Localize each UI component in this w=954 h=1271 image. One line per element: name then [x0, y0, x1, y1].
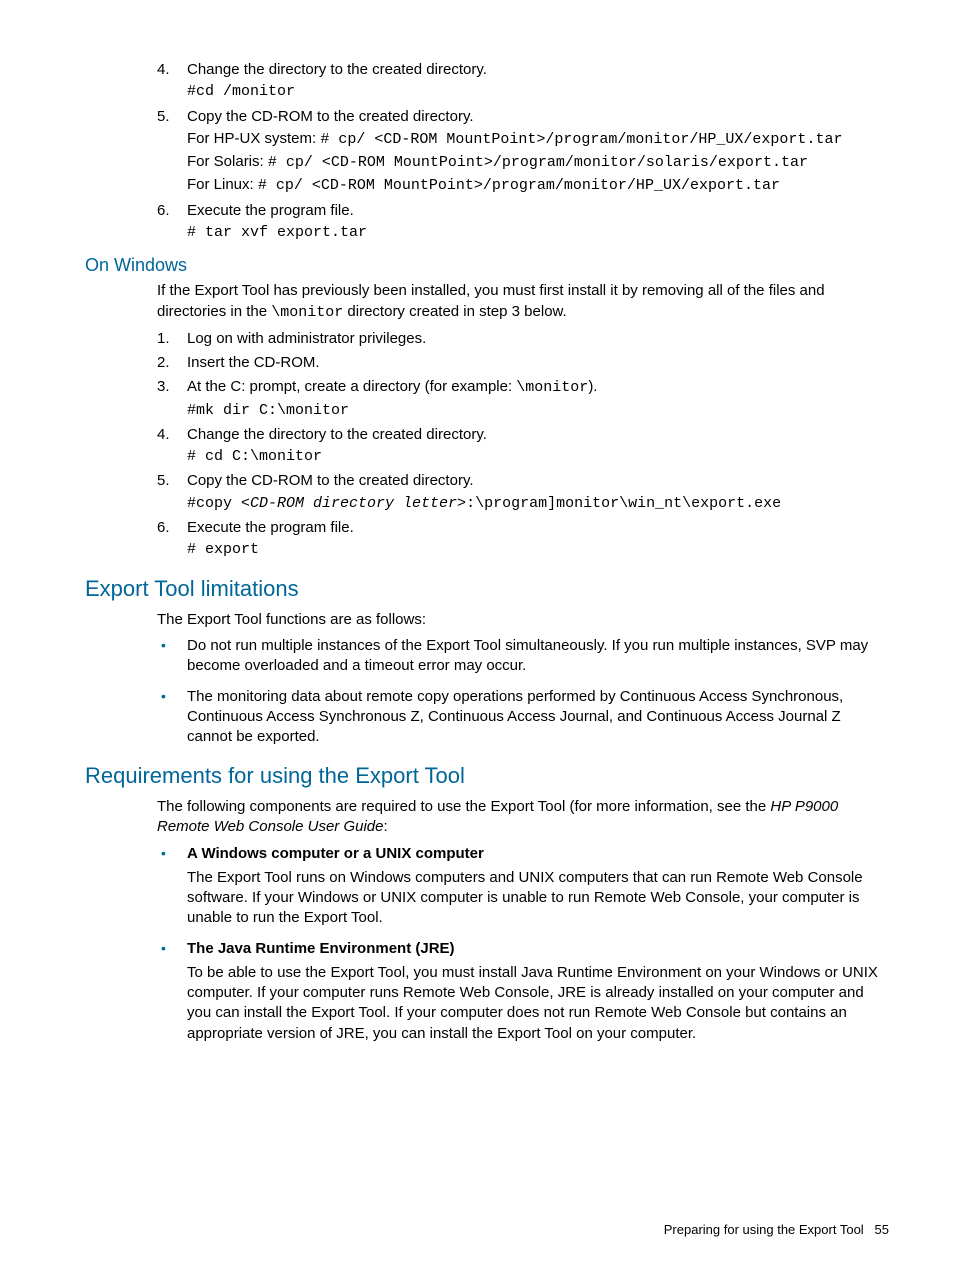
code: #copy [187, 495, 241, 512]
item-text: At the C: prompt, create a directory (fo… [187, 378, 597, 395]
text: directory created in step 3 below. [343, 303, 566, 320]
code-line: For Linux: # cp/ <CD-ROM MountPoint>/pro… [187, 175, 889, 196]
page-number: 55 [875, 1222, 889, 1237]
code-line: # cd C:\monitor [187, 447, 889, 467]
code-italic: <CD-ROM directory letter> [241, 495, 466, 512]
code-line: For Solaris: # cp/ <CD-ROM MountPoint>/p… [187, 152, 889, 173]
item-text: Insert the CD-ROM. [187, 354, 320, 371]
item-text: Copy the CD-ROM to the created directory… [187, 108, 474, 125]
list-item: 4. Change the directory to the created d… [157, 60, 889, 103]
item-number: 2. [157, 353, 170, 373]
code-line: # tar xvf export.tar [187, 223, 889, 243]
list-item: 6. Execute the program file. # export [157, 518, 889, 561]
bullet-title: The Java Runtime Environment (JRE) [187, 939, 889, 959]
item-text: Execute the program file. [187, 202, 354, 219]
item-number: 1. [157, 329, 170, 349]
code-line: For HP-UX system: # cp/ <CD-ROM MountPoi… [187, 129, 889, 150]
code: # cp/ <CD-ROM MountPoint>/program/monito… [258, 177, 780, 194]
item-number: 6. [157, 518, 170, 538]
list-item: 4. Change the directory to the created d… [157, 425, 889, 468]
list-item: 5. Copy the CD-ROM to the created direct… [157, 107, 889, 197]
item-number: 3. [157, 377, 170, 397]
bullet-item: Do not run multiple instances of the Exp… [157, 636, 889, 677]
bullet-item: A Windows computer or a UNIX computer Th… [157, 844, 889, 929]
bullet-title: A Windows computer or a UNIX computer [187, 844, 889, 864]
code: \monitor [516, 379, 588, 396]
requirements-intro: The following components are required to… [157, 797, 889, 838]
item-number: 5. [157, 107, 170, 127]
text: The following components are required to… [157, 798, 770, 815]
windows-ordered-list: 1. Log on with administrator privileges.… [157, 329, 889, 561]
requirements-bullets: A Windows computer or a UNIX computer Th… [157, 844, 889, 1044]
item-text: Log on with administrator privileges. [187, 330, 426, 347]
item-number: 4. [157, 60, 170, 80]
footer-text: Preparing for using the Export Tool [664, 1222, 864, 1237]
list-item: 6. Execute the program file. # tar xvf e… [157, 201, 889, 244]
list-item: 5. Copy the CD-ROM to the created direct… [157, 471, 889, 514]
list-item: 1. Log on with administrator privileges. [157, 329, 889, 349]
windows-intro: If the Export Tool has previously been i… [157, 281, 889, 323]
bullet-text: To be able to use the Export Tool, you m… [187, 963, 889, 1044]
code-line: #mk dir C:\monitor [187, 401, 889, 421]
code-line: # export [187, 540, 889, 560]
code-line: #copy <CD-ROM directory letter>:\program… [187, 494, 889, 514]
list-item: 3. At the C: prompt, create a directory … [157, 377, 889, 421]
limitations-bullets: Do not run multiple instances of the Exp… [157, 636, 889, 747]
heading-limitations: Export Tool limitations [85, 574, 889, 604]
item-text: Change the directory to the created dire… [187, 61, 487, 78]
label: For Solaris: [187, 153, 268, 170]
text: At the C: prompt, create a directory (fo… [187, 378, 516, 395]
item-number: 6. [157, 201, 170, 221]
item-text: Copy the CD-ROM to the created directory… [187, 472, 474, 489]
label: For Linux: [187, 176, 258, 193]
text: : [384, 818, 388, 835]
bullet-item: The Java Runtime Environment (JRE) To be… [157, 939, 889, 1044]
item-number: 5. [157, 471, 170, 491]
heading-on-windows: On Windows [85, 253, 889, 277]
item-text: Change the directory to the created dire… [187, 426, 487, 443]
page-footer: Preparing for using the Export Tool 55 [664, 1221, 889, 1239]
item-text: Execute the program file. [187, 519, 354, 536]
limitations-intro: The Export Tool functions are as follows… [157, 610, 889, 630]
bullet-text: The Export Tool runs on Windows computer… [187, 868, 889, 929]
text: ). [588, 378, 597, 395]
label: For HP-UX system: [187, 130, 320, 147]
bullet-item: The monitoring data about remote copy op… [157, 687, 889, 748]
item-number: 4. [157, 425, 170, 445]
code: \monitor [271, 304, 343, 321]
code-line: #cd /monitor [187, 82, 889, 102]
code: # cp/ <CD-ROM MountPoint>/program/monito… [268, 154, 808, 171]
code: :\program]monitor\win_nt\export.exe [466, 495, 781, 512]
top-ordered-list: 4. Change the directory to the created d… [157, 60, 889, 243]
heading-requirements: Requirements for using the Export Tool [85, 761, 889, 791]
list-item: 2. Insert the CD-ROM. [157, 353, 889, 373]
code: # cp/ <CD-ROM MountPoint>/program/monito… [320, 131, 842, 148]
